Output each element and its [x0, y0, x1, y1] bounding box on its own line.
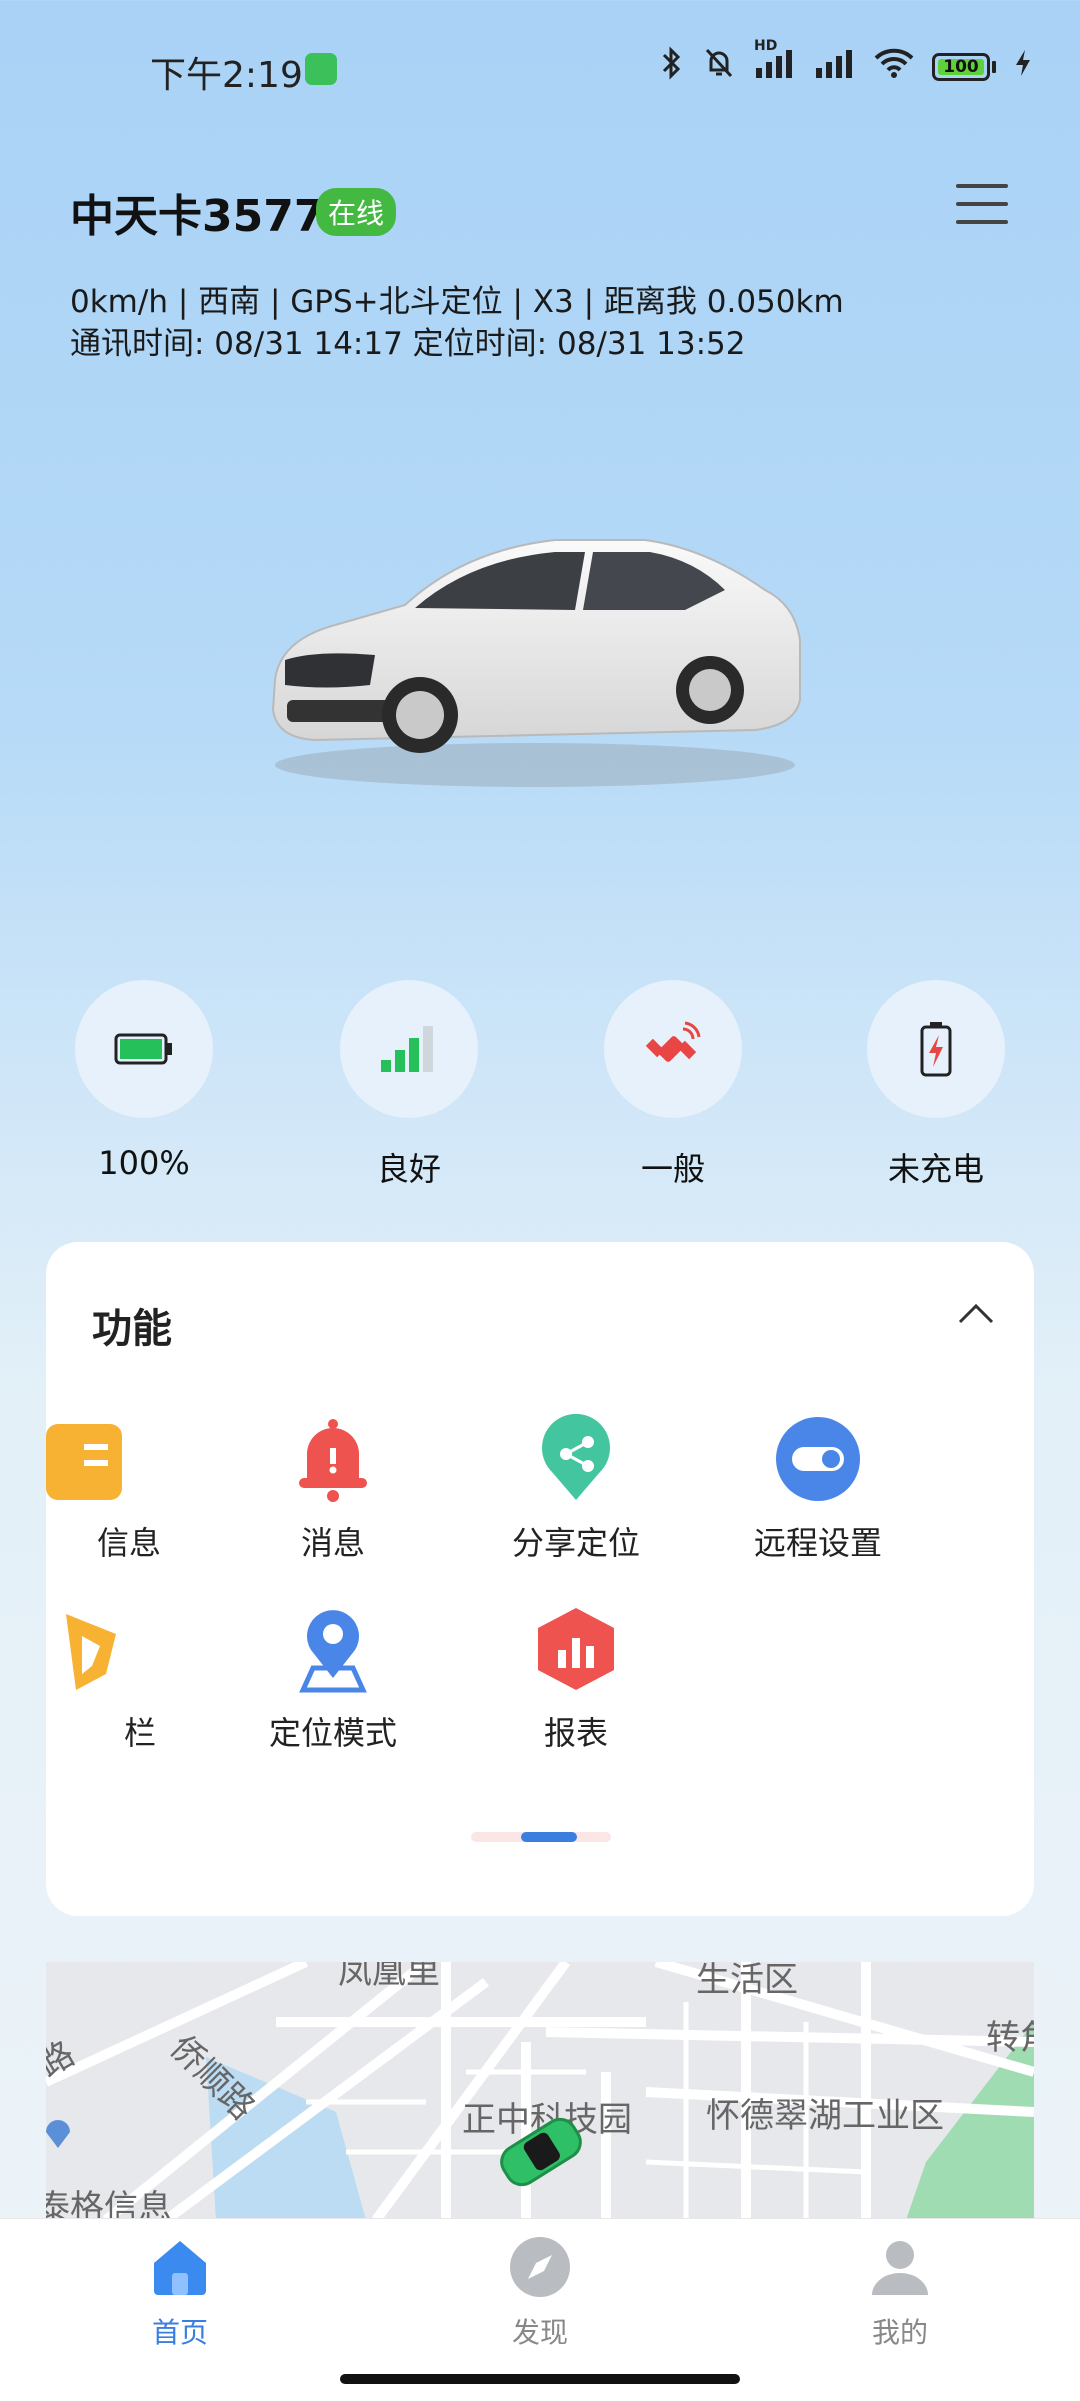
map-label: 怀德翠湖工业区 [706, 2096, 944, 2136]
charging-bolt-icon [1014, 49, 1032, 85]
device-name: 中天卡3577 [70, 191, 325, 242]
car-image [255, 510, 815, 800]
home-icon [154, 2241, 206, 2295]
user-icon [872, 2241, 928, 2295]
home-indicator[interactable] [340, 2374, 740, 2384]
battery-status-icon: 100 [932, 53, 996, 81]
info-icon [46, 1424, 122, 1500]
toggle-icon [776, 1417, 860, 1501]
function-message[interactable]: 消息 [238, 1414, 428, 1564]
bluetooth-icon [660, 46, 684, 88]
battery-indicator: 100% [74, 980, 214, 1182]
car-marker-icon[interactable] [486, 2112, 596, 2196]
bell-icon [299, 1419, 367, 1502]
charging-label: 未充电 [887, 1150, 984, 1188]
compass-icon [510, 2237, 570, 2297]
charging-indicator: 未充电 [866, 980, 1006, 1190]
signal-label: 良好 [376, 1150, 441, 1188]
cell-signal-icon: HD [754, 38, 796, 86]
menu-icon[interactable] [956, 184, 1008, 228]
status-icons: HD 100 [660, 38, 1032, 88]
location-pin-icon [299, 1610, 367, 1693]
map-label: 凤凰里 [338, 1962, 440, 1992]
function-info[interactable]: 信息 [46, 1414, 176, 1564]
status-time: 下午2:19 [150, 55, 303, 96]
gps-indicator: 一般 [603, 980, 743, 1190]
map-label: 转角 [986, 2018, 1034, 2058]
nav-discover[interactable]: 发现 [460, 2235, 620, 2351]
satellite-icon [645, 1021, 701, 1062]
function-share-location[interactable]: 分享定位 [481, 1414, 671, 1564]
map-label: 生活区 [696, 1962, 798, 2000]
signal-indicator: 良好 [339, 980, 479, 1190]
app-notification-icon [305, 53, 337, 85]
report-icon [538, 1608, 614, 1690]
device-info-line: 0km/h | 西南 | GPS+北斗定位 | X3 | 距离我 0.050km [70, 284, 844, 320]
share-location-icon [542, 1414, 610, 1500]
signal-bars-icon [381, 1026, 433, 1072]
online-status-badge: 在线 [316, 188, 397, 236]
function-remote-settings[interactable]: 远程设置 [723, 1414, 913, 1564]
function-fence[interactable]: 栏 [46, 1604, 176, 1754]
function-card: 功能 信息 消息 分享定位 远程设置 栏 定位模式 报表 [46, 1242, 1034, 1916]
nav-home[interactable]: 首页 [100, 2235, 260, 2351]
gps-label: 一般 [640, 1150, 705, 1188]
time-info-line: 通讯时间: 08/31 14:17 定位时间: 08/31 13:52 [70, 326, 746, 362]
charging-icon [920, 1022, 952, 1077]
page-indicator-active [521, 1832, 577, 1842]
function-report[interactable]: 报表 [481, 1604, 671, 1754]
wifi-icon [874, 48, 914, 86]
fence-icon [66, 1614, 116, 1690]
battery-icon [114, 1033, 172, 1065]
map-view[interactable]: 凤凰里 生活区 侨顺路 路 转角 正中科技园 怀德翠湖工业区 泰格信息 [46, 1962, 1034, 2220]
mute-icon [702, 46, 736, 88]
map-label: 泰格信息 [46, 2188, 172, 2220]
function-title: 功能 [92, 1306, 172, 1352]
nav-mine[interactable]: 我的 [820, 2235, 980, 2351]
collapse-chevron-icon[interactable] [956, 1298, 994, 1328]
cell-signal-2-icon [814, 48, 856, 86]
battery-label: 100% [98, 1144, 190, 1182]
function-location-mode[interactable]: 定位模式 [238, 1604, 428, 1754]
